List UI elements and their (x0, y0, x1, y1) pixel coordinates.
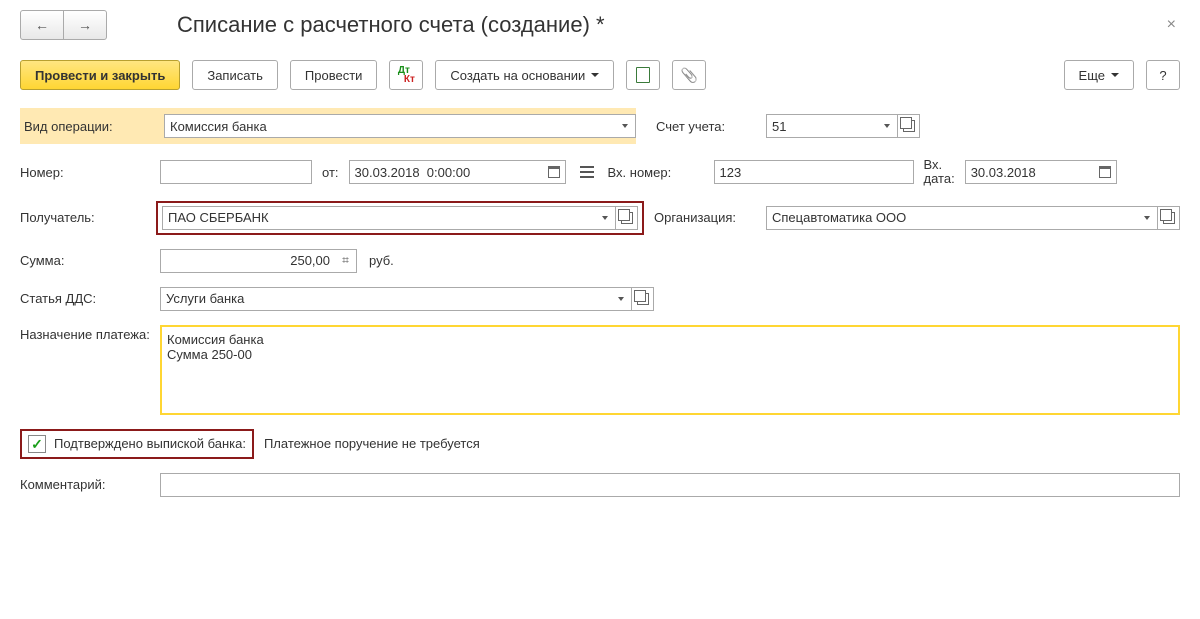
calendar-icon (1099, 166, 1111, 178)
comment-input[interactable] (160, 473, 1180, 497)
org-dropdown-button[interactable] (1136, 206, 1158, 230)
from-label: от: (322, 165, 339, 180)
org-open-button[interactable] (1158, 206, 1180, 230)
check-icon: ✓ (31, 437, 43, 451)
account-open-button[interactable] (898, 114, 920, 138)
comment-label: Комментарий: (20, 477, 160, 492)
submit-button[interactable]: Провести и закрыть (20, 60, 180, 90)
number-input[interactable] (160, 160, 312, 184)
more-button[interactable]: Еще (1064, 60, 1134, 90)
chevron-down-icon (1144, 216, 1150, 220)
chevron-down-icon (622, 124, 628, 128)
number-label: Номер: (20, 165, 160, 180)
create-based-button[interactable]: Создать на основании (435, 60, 614, 90)
sum-label: Сумма: (20, 253, 160, 268)
sum-input[interactable] (160, 249, 335, 273)
chevron-down-icon (618, 297, 624, 301)
op-type-dropdown-button[interactable] (614, 114, 636, 138)
dds-open-button[interactable] (632, 287, 654, 311)
purpose-label: Назначение платежа: (20, 325, 160, 345)
dt-kt-icon: ДтКт (398, 66, 415, 84)
account-input[interactable] (766, 114, 876, 138)
rub-label: руб. (369, 253, 394, 268)
close-icon[interactable]: × (1163, 16, 1180, 34)
in-number-label: Вх. номер: (608, 165, 714, 180)
dds-label: Статья ДДС: (20, 291, 160, 306)
po-text: Платежное поручение не требуется (264, 436, 480, 451)
org-label: Организация: (654, 210, 766, 225)
save-button[interactable]: Записать (192, 60, 278, 90)
confirmed-label: Подтверждено выпиской банка: (54, 436, 246, 451)
nav-forward-button[interactable]: → (63, 10, 107, 40)
paperclip-icon (681, 67, 698, 84)
in-date-label: Вх. дата: (924, 158, 955, 187)
calendar-icon (548, 166, 560, 178)
open-icon (637, 293, 649, 305)
recipient-input[interactable] (162, 206, 594, 230)
chevron-down-icon (602, 216, 608, 220)
in-number-input[interactable] (714, 160, 914, 184)
dds-dropdown-button[interactable] (610, 287, 632, 311)
page-title: Списание с расчетного счета (создание) * (177, 12, 605, 38)
in-date-input[interactable] (965, 160, 1095, 184)
attach-button[interactable] (672, 60, 706, 90)
op-type-input[interactable] (164, 114, 614, 138)
recipient-dropdown-button[interactable] (594, 206, 616, 230)
date-input[interactable] (349, 160, 544, 184)
lines-icon[interactable] (580, 166, 594, 178)
in-date-calendar-button[interactable] (1095, 160, 1117, 184)
open-icon (621, 212, 633, 224)
help-button[interactable]: ? (1146, 60, 1180, 90)
account-label: Счет учета: (656, 119, 766, 134)
confirmed-checkbox[interactable]: ✓ (28, 435, 46, 453)
post-button[interactable]: Провести (290, 60, 378, 90)
date-calendar-button[interactable] (544, 160, 566, 184)
dds-input[interactable] (160, 287, 610, 311)
account-dropdown-button[interactable] (876, 114, 898, 138)
purpose-textarea[interactable]: Комиссия банка Сумма 250-00 (160, 325, 1180, 415)
recipient-open-button[interactable] (616, 206, 638, 230)
document-icon (636, 67, 650, 83)
sum-calculator-button[interactable] (335, 249, 357, 273)
document-icon-button[interactable] (626, 60, 660, 90)
op-type-label: Вид операции: (24, 119, 164, 134)
open-icon (1163, 212, 1175, 224)
org-input[interactable] (766, 206, 1136, 230)
recipient-label: Получатель: (20, 210, 160, 225)
dt-kt-button[interactable]: ДтКт (389, 60, 423, 90)
chevron-down-icon (884, 124, 890, 128)
nav-back-button[interactable]: ← (20, 10, 64, 40)
open-icon (903, 120, 915, 132)
